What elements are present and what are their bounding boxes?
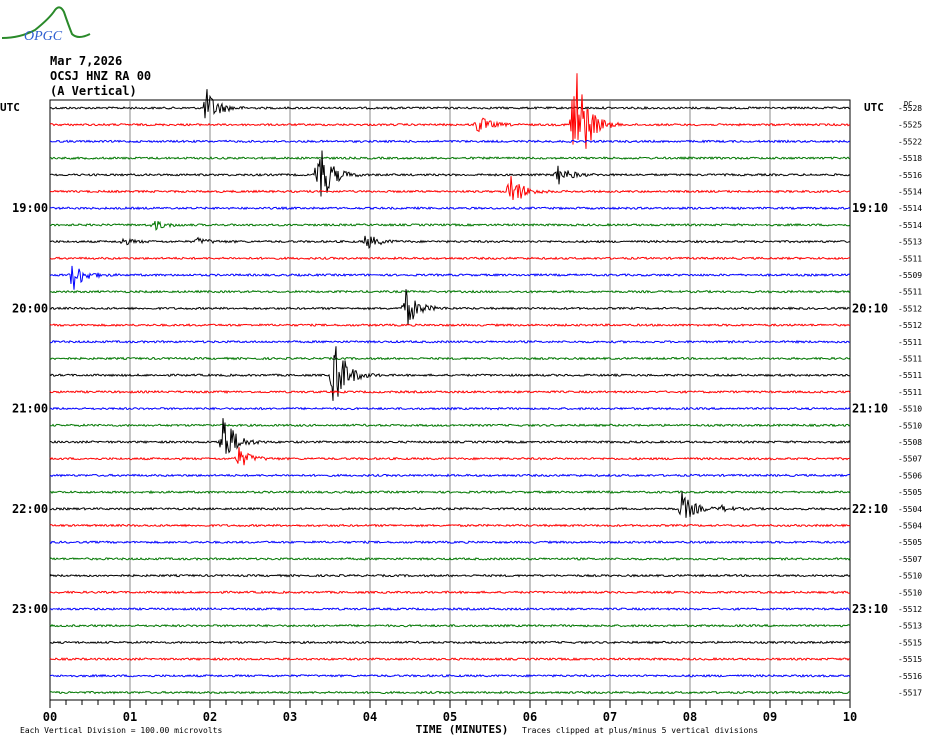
x-tick-label: 02 bbox=[203, 710, 217, 724]
x-tick-label: 08 bbox=[683, 710, 697, 724]
dc-offset-label: -5510 bbox=[898, 588, 922, 597]
dc-offset-label: -5513 bbox=[898, 238, 922, 247]
dc-offset-label: -5508 bbox=[898, 438, 922, 447]
dc-offset-label: -5512 bbox=[898, 321, 922, 330]
right-hour-label: 22:10 bbox=[852, 502, 888, 516]
dc-offset-label: -5509 bbox=[898, 271, 922, 280]
x-tick-label: 00 bbox=[43, 710, 57, 724]
dc-offset-label: -5505 bbox=[898, 488, 922, 497]
dc-offset-label: -5504 bbox=[898, 522, 922, 531]
x-tick-label: 01 bbox=[123, 710, 137, 724]
dc-offset-label: -5514 bbox=[898, 188, 922, 197]
x-tick-label: 05 bbox=[443, 710, 457, 724]
x-axis-label: TIME (MINUTES) bbox=[416, 723, 509, 736]
footer-clip-note: Traces clipped at plus/minus 5 vertical … bbox=[522, 726, 758, 735]
dc-offset-label: -5511 bbox=[898, 388, 922, 397]
left-hour-label: 19:00 bbox=[12, 201, 48, 215]
dc-offset-label: -5510 bbox=[898, 421, 922, 430]
dc-offset-label: -5510 bbox=[898, 572, 922, 581]
dc-offset-label: -5511 bbox=[898, 355, 922, 364]
seismogram-plot: 00 01 02 03 04 05 06 07 08 09 10 TIME (MINUTES) Each… bbox=[0, 73, 922, 736]
x-tick-label: 07 bbox=[603, 710, 617, 724]
dc-offset-label: -5528 bbox=[898, 104, 922, 113]
x-tick-label: 10 bbox=[843, 710, 857, 724]
left-hour-label: 22:00 bbox=[12, 502, 48, 516]
dc-offset-label: -5504 bbox=[898, 505, 922, 514]
dc-offset-label: -5511 bbox=[898, 254, 922, 263]
right-hour-label: 19:10 bbox=[852, 201, 888, 215]
dc-offset-label: -5514 bbox=[898, 221, 922, 230]
dc-offset-label: -5510 bbox=[898, 405, 922, 414]
x-tick-label: 09 bbox=[763, 710, 777, 724]
footer-scale-note: Each Vertical Division = 100.00 microvol… bbox=[20, 726, 222, 735]
x-tick-label: 06 bbox=[523, 710, 537, 724]
dc-offset-label: -5512 bbox=[898, 304, 922, 313]
dc-offset-label: -5513 bbox=[898, 622, 922, 631]
dc-offset-label: -5507 bbox=[898, 455, 922, 464]
right-hour-label: 21:10 bbox=[852, 402, 888, 416]
dc-offset-label: -5514 bbox=[898, 204, 922, 213]
left-hour-label: 20:00 bbox=[12, 301, 48, 315]
dc-offset-label: -5515 bbox=[898, 655, 922, 664]
dc-offset-label: -5506 bbox=[898, 471, 922, 480]
dc-offset-label: -5515 bbox=[898, 638, 922, 647]
dc-offset-label: -5511 bbox=[898, 288, 922, 297]
dc-offset-label: -5516 bbox=[898, 672, 922, 681]
dc-offset-label: -5507 bbox=[898, 555, 922, 564]
dc-offset-label: -5516 bbox=[898, 171, 922, 180]
left-utc-label: UTC bbox=[0, 101, 20, 114]
right-utc-label: UTC bbox=[864, 101, 884, 114]
dc-offset-label: -5518 bbox=[898, 154, 922, 163]
right-hour-label: 20:10 bbox=[852, 301, 888, 315]
dc-offset-label: -5511 bbox=[898, 338, 922, 347]
right-hour-label: 23:10 bbox=[852, 602, 888, 616]
dc-offset-label: -5525 bbox=[898, 121, 922, 130]
left-hour-label: 23:00 bbox=[12, 602, 48, 616]
dc-offset-label: -5505 bbox=[898, 538, 922, 547]
x-tick-label: 03 bbox=[283, 710, 297, 724]
dc-offset-label: -5517 bbox=[898, 689, 922, 698]
dc-offset-label: -5522 bbox=[898, 137, 922, 146]
dc-offset-label: -5512 bbox=[898, 605, 922, 614]
x-tick-label: 04 bbox=[363, 710, 377, 724]
dc-offset-label: -5511 bbox=[898, 371, 922, 380]
left-hour-label: 21:00 bbox=[12, 402, 48, 416]
